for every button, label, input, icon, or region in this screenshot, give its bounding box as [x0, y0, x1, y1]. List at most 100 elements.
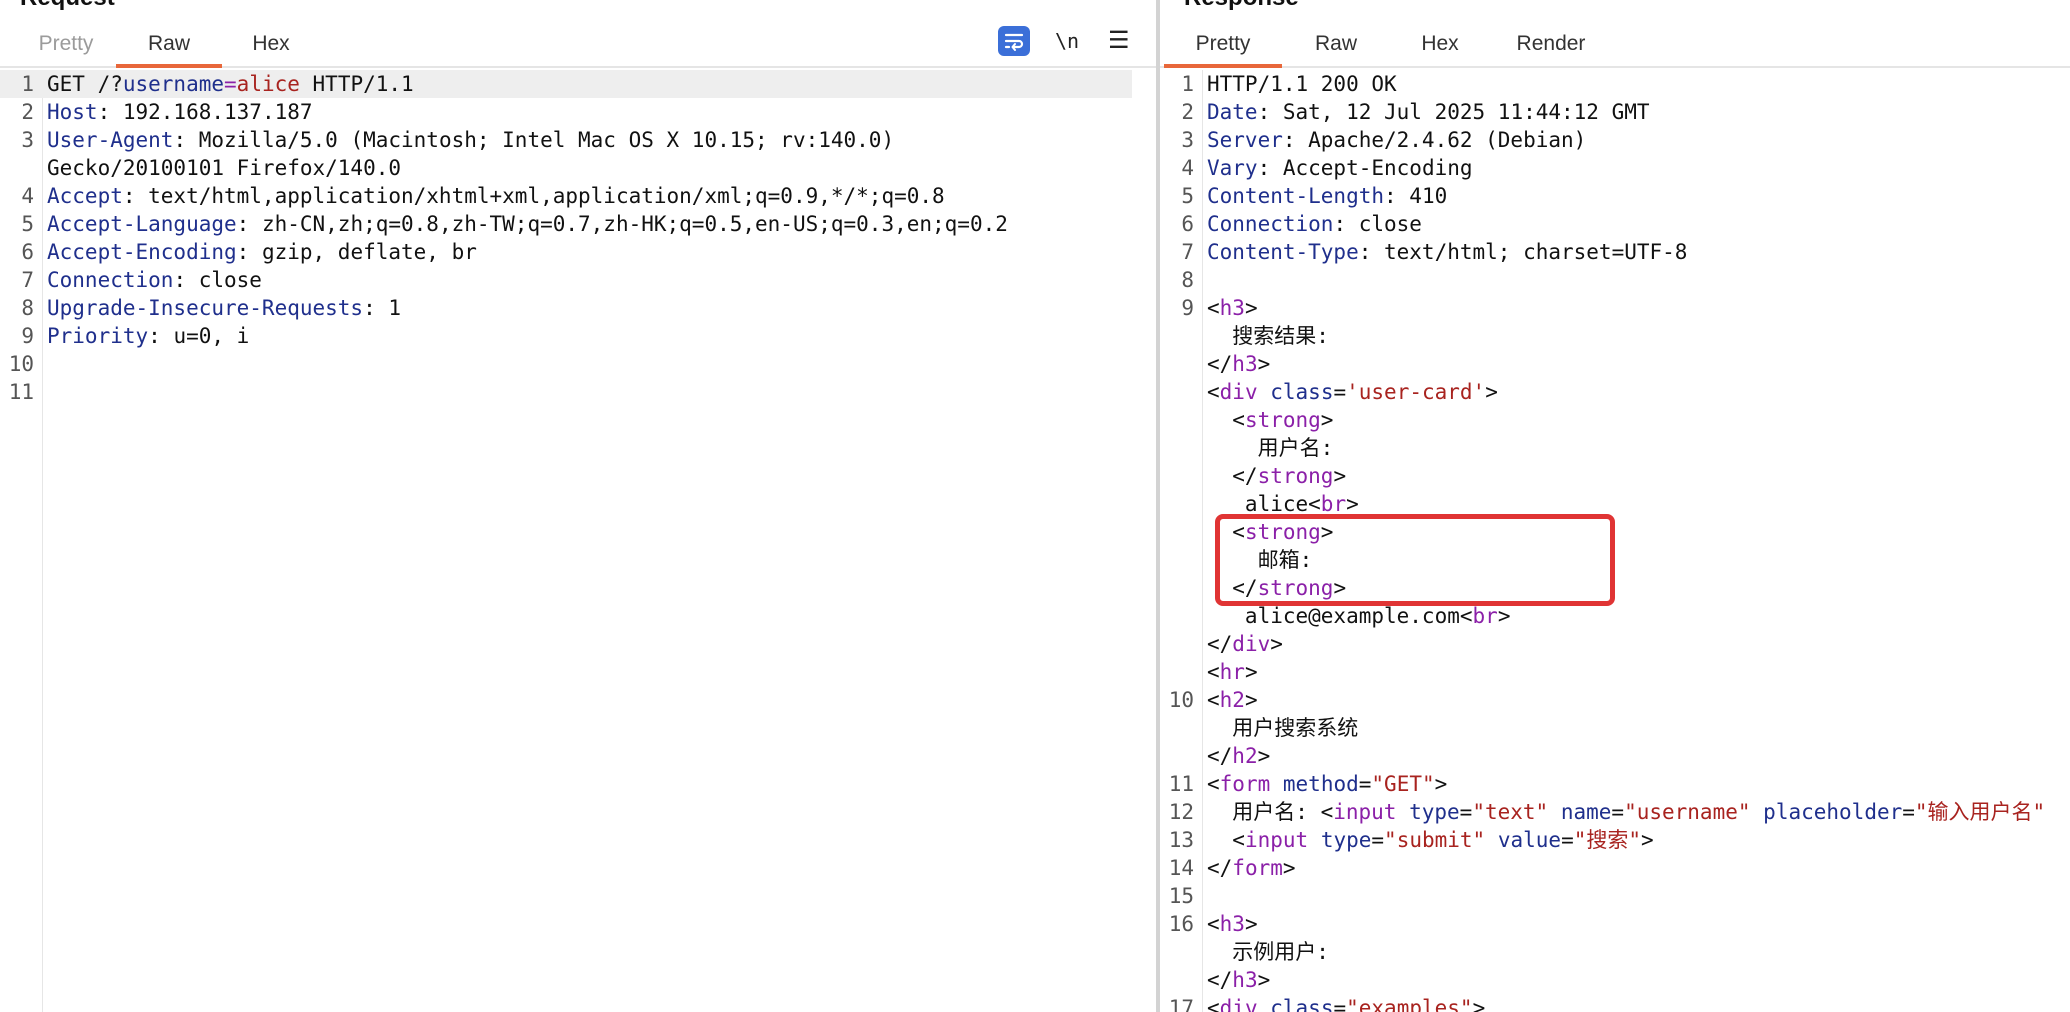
code-token: = — [224, 72, 237, 96]
code-line[interactable]: </div> — [1160, 630, 2070, 658]
code-line[interactable]: 8 Upgrade-Insecure-Requests: 1 — [0, 294, 1156, 322]
line-number: 2 — [1181, 100, 1194, 124]
line-text: Priority: u=0, i — [47, 322, 249, 350]
code-token: 搜索结果: — [1207, 324, 1329, 348]
hamburger-menu-icon[interactable]: ☰ — [1108, 26, 1130, 56]
code-line[interactable]: <div class='user-card'> — [1160, 378, 2070, 406]
code-token: : zh-CN,zh;q=0.8,zh-TW;q=0.7,zh-HK;q=0.5… — [236, 212, 1008, 236]
code-line[interactable]: 用户名: — [1160, 434, 2070, 462]
line-number: 8 — [21, 296, 34, 320]
line-text: Vary: Accept-Encoding — [1207, 154, 1473, 182]
code-token: < — [1207, 688, 1220, 712]
line-number: 8 — [1181, 268, 1194, 292]
code-token: </ — [1207, 744, 1233, 768]
code-line[interactable]: 邮箱: — [1160, 546, 2070, 574]
code-line[interactable]: 4 Vary: Accept-Encoding — [1160, 154, 2070, 182]
code-token: > — [1346, 492, 1359, 516]
code-line[interactable]: 14 </form> — [1160, 854, 2070, 882]
code-token: Accept — [47, 184, 123, 208]
code-token: strong — [1257, 576, 1334, 600]
code-line[interactable]: 2 Host: 192.168.137.187 — [0, 98, 1156, 126]
code-line[interactable]: 10 — [0, 350, 1156, 378]
code-token: alice@example.com< — [1207, 604, 1473, 628]
code-line[interactable]: 6 Connection: close — [1160, 210, 2070, 238]
code-line[interactable]: <hr> — [1160, 658, 2070, 686]
code-line[interactable]: 7 Content-Type: text/html; charset=UTF-8 — [1160, 238, 2070, 266]
code-token: h3 — [1219, 296, 1245, 320]
line-number: 14 — [1168, 856, 1194, 880]
code-line[interactable]: 8 — [1160, 266, 2070, 294]
response-tab-pretty[interactable]: Pretty — [1164, 22, 1282, 68]
code-line[interactable]: 9 <h3> — [1160, 294, 2070, 322]
code-line[interactable]: 搜索结果: — [1160, 322, 2070, 350]
code-token: 用户名: < — [1207, 800, 1334, 824]
code-token: h3 — [1232, 352, 1258, 376]
code-token: div — [1232, 632, 1271, 656]
code-line[interactable]: alice@example.com<br> — [1160, 602, 2070, 630]
request-tab-raw[interactable]: Raw — [116, 22, 222, 68]
code-line[interactable]: <strong> — [1160, 518, 2070, 546]
code-line[interactable]: 示例用户: — [1160, 938, 2070, 966]
code-line[interactable]: Gecko/20100101 Firefox/140.0 — [0, 154, 1156, 182]
code-token: "GET" — [1371, 772, 1435, 796]
code-token: : Apache/2.4.62 (Debian) — [1282, 128, 1587, 152]
line-number: 11 — [1168, 772, 1194, 796]
response-tab-render[interactable]: Render — [1506, 22, 1596, 66]
code-line[interactable]: 12 用户名: <input type="text" name="usernam… — [1160, 798, 2070, 826]
show-newlines-button[interactable]: \n — [1055, 26, 1079, 56]
line-text: <h3> — [1207, 294, 1258, 322]
code-line[interactable]: 16 <h3> — [1160, 910, 2070, 938]
code-token: < — [1207, 380, 1220, 404]
code-line[interactable]: </h3> — [1160, 966, 2070, 994]
code-token: "username" — [1624, 800, 1751, 824]
line-number: 15 — [1168, 884, 1194, 908]
code-line[interactable]: 6 Accept-Encoding: gzip, deflate, br — [0, 238, 1156, 266]
code-line[interactable]: 10 <h2> — [1160, 686, 2070, 714]
code-line[interactable]: 用户搜索系统 — [1160, 714, 2070, 742]
line-text: GET /?username=alice HTTP/1.1 — [47, 70, 414, 98]
code-line[interactable]: 13 <input type="submit" value="搜索"> — [1160, 826, 2070, 854]
code-line[interactable]: 3 Server: Apache/2.4.62 (Debian) — [1160, 126, 2070, 154]
code-token: > — [1333, 464, 1347, 488]
response-tab-raw[interactable]: Raw — [1306, 22, 1366, 66]
code-token: strong — [1244, 520, 1321, 544]
code-line[interactable]: 5 Content-Length: 410 — [1160, 182, 2070, 210]
request-tab-pretty[interactable]: Pretty — [26, 22, 106, 66]
code-token: : text/html,application/xhtml+xml,applic… — [122, 184, 945, 208]
response-code[interactable]: 1 HTTP/1.1 200 OK 2 Date: Sat, 12 Jul 2025 … — [1160, 70, 2070, 1012]
code-line[interactable]: </h3> — [1160, 350, 2070, 378]
line-number: 5 — [1181, 184, 1194, 208]
code-line[interactable]: 15 — [1160, 882, 2070, 910]
code-token: form — [1219, 772, 1271, 796]
code-line[interactable]: 17 <div class="examples"> — [1160, 994, 2070, 1012]
line-text: Connection: close — [1207, 210, 1422, 238]
code-token: Upgrade-Insecure-Requests — [47, 296, 364, 320]
code-line[interactable]: <strong> — [1160, 406, 2070, 434]
word-wrap-button[interactable] — [998, 26, 1030, 56]
code-token: 邮箱: — [1207, 548, 1313, 572]
line-number: 16 — [1168, 912, 1194, 936]
code-line[interactable]: </strong> — [1160, 462, 2070, 490]
code-line[interactable]: 3 User-Agent: Mozilla/5.0 (Macintosh; Int… — [0, 126, 1156, 154]
code-token: : 410 — [1384, 184, 1448, 208]
code-line[interactable]: 11 — [0, 378, 1156, 406]
code-line[interactable]: 4 Accept: text/html,application/xhtml+xml… — [0, 182, 1156, 210]
code-line[interactable]: 1 GET /?username=alice HTTP/1.1 — [0, 70, 1132, 98]
response-tab-hex[interactable]: Hex — [1410, 22, 1470, 66]
code-line[interactable]: </strong> — [1160, 574, 2070, 602]
code-line[interactable]: alice<br> — [1160, 490, 2070, 518]
code-line[interactable]: 7 Connection: close — [0, 266, 1156, 294]
code-line[interactable]: 2 Date: Sat, 12 Jul 2025 11:44:12 GMT — [1160, 98, 2070, 126]
code-line[interactable]: 5 Accept-Language: zh-CN,zh;q=0.8,zh-TW;q… — [0, 210, 1156, 238]
response-editor[interactable]: 1 HTTP/1.1 200 OK 2 Date: Sat, 12 Jul 2025 … — [1160, 70, 2070, 1012]
request-tab-hex[interactable]: Hex — [236, 22, 306, 66]
code-line[interactable]: 11 <form method="GET"> — [1160, 770, 2070, 798]
request-editor[interactable]: 1 GET /?username=alice HTTP/1.1 2 Host: 192… — [0, 70, 1156, 1012]
code-line[interactable]: </h2> — [1160, 742, 2070, 770]
code-token: : gzip, deflate, br — [236, 240, 477, 264]
code-line[interactable]: 9 Priority: u=0, i — [0, 322, 1156, 350]
code-line[interactable]: 1 HTTP/1.1 200 OK — [1160, 70, 2070, 98]
line-text: </h3> — [1207, 966, 1270, 994]
request-code[interactable]: 1 GET /?username=alice HTTP/1.1 2 Host: 192… — [0, 70, 1156, 406]
